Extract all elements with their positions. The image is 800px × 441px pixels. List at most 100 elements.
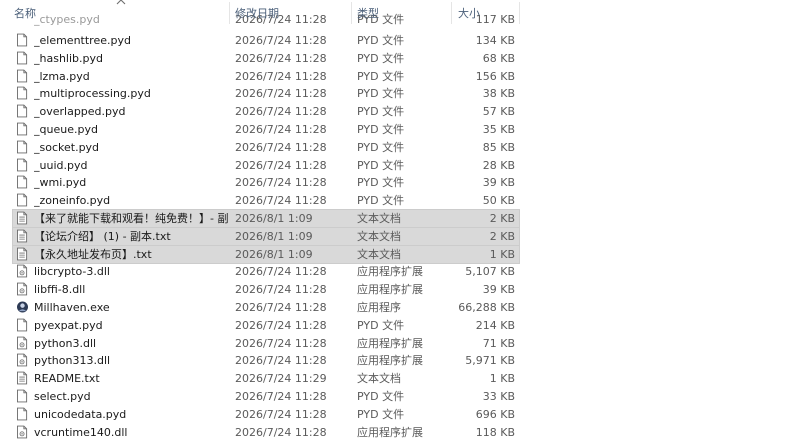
file-name: 【永久地址发布页】.txt (34, 247, 152, 261)
file-row[interactable]: pyexpat.pyd 2026/7/24 11:28 PYD 文件 214 KB (13, 317, 519, 334)
file-icon (17, 51, 28, 65)
file-date: 2026/7/24 11:28 (235, 123, 327, 136)
file-type: PYD 文件 (357, 176, 405, 190)
column-header-size[interactable]: 大小 (458, 5, 480, 23)
file-name: Millhaven.exe (34, 301, 110, 314)
file-size: 5,107 KB (465, 265, 515, 279)
file-name: vcruntime140.dll (34, 425, 128, 439)
file-row[interactable]: vcruntime140.dll 2026/7/24 11:28 应用程序扩展 118… (13, 424, 519, 441)
file-date: 2026/7/24 11:28 (235, 354, 327, 368)
column-divider[interactable] (229, 2, 230, 24)
column-divider[interactable] (519, 2, 520, 24)
file-type: 应用程序扩展 (357, 283, 423, 297)
file-type: PYD 文件 (357, 34, 405, 47)
file-type: PYD 文件 (357, 140, 405, 154)
file-type: 文本文档 (357, 229, 401, 243)
file-type: 文本文档 (357, 372, 401, 386)
file-row[interactable]: _uuid.pyd 2026/7/24 11:28 PYD 文件 28 KB (13, 157, 519, 174)
file-size: 1 KB (489, 372, 515, 386)
file-row[interactable]: python313.dll 2026/7/24 11:28 应用程序扩展 5,971 … (13, 352, 519, 369)
file-date: 2026/8/1 1:09 (235, 247, 313, 261)
file-date: 2026/7/24 11:28 (235, 34, 327, 47)
file-row[interactable]: 【来了就能下载和观看！纯免费！】- 副... 2026/8/1 1:09 文本文档 2… (12, 209, 520, 228)
file-date: 2026/7/24 11:28 (235, 69, 327, 83)
dll-icon (17, 336, 28, 350)
file-row[interactable]: _socket.pyd 2026/7/24 11:28 PYD 文件 85 KB (13, 139, 519, 156)
file-size: 39 KB (482, 176, 515, 190)
file-type: PYD 文件 (357, 123, 405, 136)
file-name: unicodedata.pyd (34, 407, 127, 421)
file-icon (17, 318, 28, 332)
file-date: 2026/7/24 11:28 (235, 140, 327, 154)
file-row[interactable]: _wmi.pyd 2026/7/24 11:28 PYD 文件 39 KB (13, 174, 519, 191)
column-header-date[interactable]: 修改日期 (235, 5, 279, 23)
file-row[interactable]: 【永久地址发布页】.txt 2026/8/1 1:09 文本文档 1 KB (12, 244, 520, 264)
file-date: 2026/7/24 11:28 (235, 390, 327, 403)
file-row[interactable]: _multiprocessing.pyd 2026/7/24 11:28 PYD 文… (13, 85, 519, 102)
file-row[interactable]: _hashlib.pyd 2026/7/24 11:28 PYD 文件 68 KB (13, 50, 519, 67)
file-name: _wmi.pyd (34, 176, 87, 190)
file-row[interactable]: _zoneinfo.pyd 2026/7/24 11:28 PYD 文件 50 KB (13, 192, 519, 209)
file-row[interactable]: README.txt 2026/7/24 11:29 文本文档 1 KB (13, 370, 519, 387)
file-type: PYD 文件 (357, 158, 405, 172)
file-type: PYD 文件 (357, 194, 405, 208)
file-name: libffi-8.dll (34, 283, 86, 297)
file-row[interactable]: _elementtree.pyd 2026/7/24 11:28 PYD 文件 134… (13, 32, 519, 49)
file-row[interactable]: 【论坛介绍】 (1) - 副本.txt 2026/8/1 1:09 文本文档 2 KB (12, 226, 520, 246)
file-date: 2026/7/24 11:28 (235, 105, 327, 119)
text-file-icon (17, 211, 28, 225)
dll-icon (17, 425, 28, 439)
file-type: 文本文档 (357, 247, 401, 261)
file-date: 2026/7/24 11:28 (235, 176, 327, 190)
file-row[interactable]: _overlapped.pyd 2026/7/24 11:28 PYD 文件 57 K… (13, 103, 519, 120)
file-date: 2026/7/24 11:28 (235, 283, 327, 297)
text-file-icon (17, 229, 28, 243)
column-header-type[interactable]: 类型 (357, 5, 379, 23)
file-row[interactable]: _lzma.pyd 2026/7/24 11:28 PYD 文件 156 KB (13, 68, 519, 85)
file-icon (17, 86, 28, 100)
file-name: python313.dll (34, 354, 111, 368)
column-divider[interactable] (351, 2, 352, 24)
text-file-icon (17, 371, 28, 385)
file-date: 2026/7/24 11:28 (235, 407, 327, 421)
file-icon (17, 33, 28, 47)
text-file-icon (17, 247, 28, 261)
file-name: _uuid.pyd (34, 158, 88, 172)
file-size: 71 KB (482, 336, 515, 350)
file-name: pyexpat.pyd (34, 318, 103, 332)
file-size: 66,288 KB (458, 301, 515, 314)
file-size: 156 KB (475, 69, 515, 83)
file-row[interactable]: Millhaven.exe 2026/7/24 11:28 应用程序 66,288 K… (13, 299, 519, 316)
file-icon (17, 175, 28, 189)
file-size: 28 KB (482, 158, 515, 172)
file-icon (17, 140, 28, 154)
file-date: 2026/7/24 11:28 (235, 265, 327, 279)
file-row[interactable]: unicodedata.pyd 2026/7/24 11:28 PYD 文件 696 … (13, 406, 519, 423)
file-type: 应用程序 (357, 301, 401, 314)
file-size: 35 KB (482, 123, 515, 136)
file-size: 39 KB (482, 283, 515, 297)
file-row[interactable]: select.pyd 2026/7/24 11:28 PYD 文件 33 KB (13, 388, 519, 405)
file-date: 2026/7/24 11:28 (235, 51, 327, 65)
file-row[interactable]: libffi-8.dll 2026/7/24 11:28 应用程序扩展 39 KB (13, 281, 519, 298)
file-size: 57 KB (482, 105, 515, 119)
file-type: 文本文档 (357, 212, 401, 225)
file-size: 696 KB (475, 407, 515, 421)
dll-icon (17, 282, 28, 296)
file-size: 118 KB (475, 425, 515, 439)
file-row[interactable]: _queue.pyd 2026/7/24 11:28 PYD 文件 35 KB (13, 121, 519, 138)
file-icon (17, 104, 28, 118)
file-date: 2026/7/24 11:29 (235, 372, 327, 386)
column-header-name[interactable]: 名称 (14, 5, 36, 23)
file-date: 2026/7/24 11:28 (235, 336, 327, 350)
file-date: 2026/7/24 11:28 (235, 425, 327, 439)
file-icon (17, 122, 28, 136)
file-row[interactable]: libcrypto-3.dll 2026/7/24 11:28 应用程序扩展 5,10… (13, 263, 519, 280)
file-row[interactable]: python3.dll 2026/7/24 11:28 应用程序扩展 71 KB (13, 335, 519, 352)
column-divider[interactable] (451, 2, 452, 24)
file-date: 2026/8/1 1:09 (235, 229, 313, 243)
file-name: _zoneinfo.pyd (34, 194, 111, 208)
file-date: 2026/7/24 11:28 (235, 301, 327, 314)
file-name: _lzma.pyd (34, 69, 90, 83)
file-type: PYD 文件 (357, 87, 405, 101)
